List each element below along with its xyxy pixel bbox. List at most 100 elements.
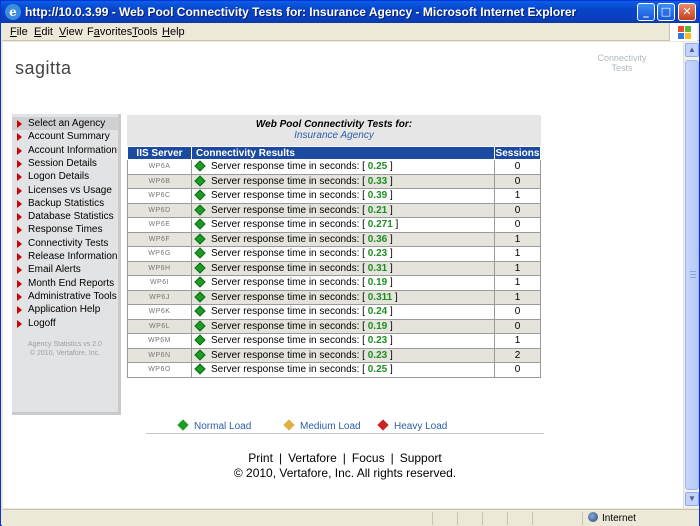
sidebar-item-logon-details[interactable]: Logon Details (12, 170, 118, 183)
result-suffix: ] (387, 233, 393, 245)
minimize-button[interactable]: _ (637, 3, 655, 21)
result-suffix: ] (387, 335, 393, 347)
server-name: WP6C (127, 188, 192, 204)
sidebar-item-label: Logoff (28, 317, 56, 329)
page-corner-label: Connectivity Tests (597, 53, 647, 73)
sidebar-footer: Agency Statistics vs 2.0 © 2010, Vertafo… (12, 340, 118, 358)
maximize-button[interactable]: □ (657, 3, 675, 21)
response-time: 0.23 (367, 349, 388, 361)
menu-tools[interactable]: Tools (132, 26, 158, 38)
result-suffix: ] (387, 190, 393, 202)
footer-link-vertafore[interactable]: Vertafore (288, 451, 337, 465)
footer-link-support[interactable]: Support (400, 451, 442, 465)
sidebar-item-logoff[interactable]: Logoff (12, 317, 118, 330)
result-prefix: Server response time in seconds: [ (211, 349, 368, 361)
sagitta-logo: sagitta (15, 58, 72, 78)
connectivity-result: Server response time in seconds: [ 0.311… (191, 289, 495, 305)
panel-heading: Web Pool Connectivity Tests for: Insuran… (127, 115, 541, 146)
footer-link-print[interactable]: Print (248, 451, 273, 465)
connectivity-result: Server response time in seconds: [ 0.23 … (191, 246, 495, 262)
server-name: WP6L (127, 318, 192, 334)
result-prefix: Server response time in seconds: [ (211, 320, 368, 332)
server-name: WP6B (127, 173, 192, 189)
table-row: WP6F Server response time in seconds: [ 0… (127, 231, 541, 247)
sidebar-item-month-end-reports[interactable]: Month End Reports (12, 277, 118, 290)
connectivity-result: Server response time in seconds: [ 0.23 … (191, 347, 495, 363)
server-name: WP6A (127, 159, 192, 175)
vertical-scrollbar[interactable]: ▲ ▼ (683, 42, 699, 508)
legend-normal-label: Normal Load (194, 421, 252, 432)
server-name: WP6G (127, 246, 192, 262)
scrollbar-thumb[interactable] (685, 60, 699, 490)
server-name: WP6J (127, 289, 192, 305)
menu-file[interactable]: File (10, 26, 28, 38)
scroll-down-arrow-icon[interactable]: ▼ (685, 492, 699, 506)
sidebar-item-label: Backup Statistics (28, 197, 105, 209)
normal-load-icon (194, 334, 206, 346)
result-suffix: ] (387, 364, 393, 376)
footer-separator: | (278, 451, 283, 465)
arrow-right-icon (17, 253, 22, 261)
sidebar-item-account-information[interactable]: Account Information (12, 144, 118, 157)
arrow-right-icon (17, 146, 22, 155)
arrow-right-icon (17, 319, 22, 328)
close-button[interactable]: ✕ (678, 3, 696, 21)
menu-favorites[interactable]: Favorites (87, 26, 132, 38)
response-time: 0.24 (367, 306, 388, 318)
connectivity-result: Server response time in seconds: [ 0.271… (191, 217, 495, 233)
arrow-right-icon (17, 239, 22, 248)
normal-load-icon (194, 349, 206, 361)
heavy-load-icon (377, 419, 389, 431)
table-row: WP6A Server response time in seconds: [ 0… (127, 159, 541, 175)
arrow-right-icon (17, 173, 22, 182)
session-count: 0 (494, 318, 541, 334)
result-suffix: ] (387, 204, 393, 216)
sidebar-item-session-details[interactable]: Session Details (12, 157, 118, 170)
sidebar-item-application-help[interactable]: Application Help (12, 303, 118, 316)
sidebar-item-licenses-vs-usage[interactable]: Licenses vs Usage (12, 184, 118, 197)
session-count: 1 (494, 246, 541, 262)
normal-load-icon (194, 204, 206, 216)
sidebar-item-database-statistics[interactable]: Database Statistics (12, 210, 118, 223)
medium-load-icon (283, 419, 295, 431)
arrow-right-icon (17, 133, 22, 142)
version-text: Agency Statistics vs 2.0 (28, 341, 102, 348)
sidebar-item-response-times[interactable]: Response Times (12, 223, 118, 236)
table-row: WP6L Server response time in seconds: [ 0… (127, 318, 541, 334)
table-row: WP6B Server response time in seconds: [ 0… (127, 173, 541, 189)
sidebar-item-label: Connectivity Tests (28, 237, 109, 249)
result-prefix: Server response time in seconds: [ (211, 262, 368, 274)
connectivity-panel: Web Pool Connectivity Tests for: Insuran… (127, 115, 541, 378)
sidebar-item-select-an-agency[interactable]: Select an Agency (12, 117, 118, 130)
sidebar-item-label: Select an Agency (28, 118, 106, 129)
sidebar-item-connectivity-tests[interactable]: Connectivity Tests (12, 237, 118, 250)
sidebar-item-release-information[interactable]: Release Information (12, 250, 118, 263)
connectivity-result: Server response time in seconds: [ 0.23 … (191, 333, 495, 349)
response-time: 0.36 (367, 233, 388, 245)
footer-link-focus[interactable]: Focus (352, 451, 385, 465)
sidebar-item-email-alerts[interactable]: Email Alerts (12, 263, 118, 276)
server-name: WP6M (127, 333, 192, 349)
normal-load-icon (194, 189, 206, 201)
scroll-up-arrow-icon[interactable]: ▲ (685, 43, 699, 57)
normal-load-icon (194, 262, 206, 274)
footer-links: Print | Vertafore | Focus | Support (146, 451, 544, 465)
sidebar-item-administrative-tools[interactable]: Administrative Tools (12, 290, 118, 303)
status-bar: Internet (2, 509, 699, 526)
result-prefix: Server response time in seconds: [ (211, 190, 368, 202)
legend-heavy: Heavy Load (377, 419, 447, 432)
sidebar-item-account-summary[interactable]: Account Summary (12, 130, 118, 143)
table-row: WP6G Server response time in seconds: [ 0… (127, 246, 541, 262)
sidebar-item-backup-statistics[interactable]: Backup Statistics (12, 197, 118, 210)
menu-help[interactable]: Help (162, 26, 185, 38)
menu-view[interactable]: View (59, 26, 83, 38)
table-row: WP6K Server response time in seconds: [ 0… (127, 304, 541, 320)
result-suffix: ] (387, 349, 393, 361)
menu-edit[interactable]: Edit (34, 26, 53, 38)
session-count: 1 (494, 188, 541, 204)
sidebar-item-label: Database Statistics (28, 211, 114, 223)
sidebar-item-label: Application Help (28, 304, 101, 316)
agency-name: Insurance Agency (294, 130, 374, 141)
table-row: WP6H Server response time in seconds: [ 0… (127, 260, 541, 276)
response-time: 0.25 (367, 161, 388, 173)
